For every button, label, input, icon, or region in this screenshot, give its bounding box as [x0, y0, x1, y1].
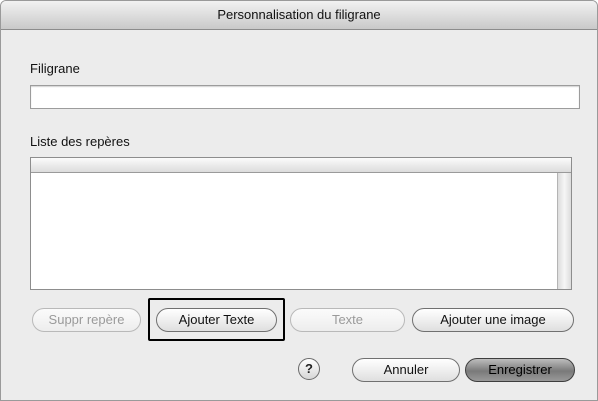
- marker-list-label: Liste des repères: [30, 134, 130, 149]
- add-image-button[interactable]: Ajouter une image: [412, 308, 574, 332]
- save-button[interactable]: Enregistrer: [465, 358, 575, 382]
- watermark-label: Filigrane: [30, 61, 80, 76]
- help-button[interactable]: ?: [298, 358, 320, 380]
- delete-marker-button[interactable]: Suppr repère: [32, 308, 141, 332]
- marker-list-header: [31, 158, 571, 173]
- watermark-dialog: Personnalisation du filigrane Filigrane …: [0, 0, 598, 401]
- title-bar: Personnalisation du filigrane: [1, 1, 597, 30]
- text-button[interactable]: Texte: [290, 308, 405, 332]
- watermark-input[interactable]: [30, 85, 580, 109]
- marker-list-scrollbar[interactable]: [557, 173, 571, 289]
- add-text-button[interactable]: Ajouter Texte: [156, 308, 277, 332]
- window-title: Personnalisation du filigrane: [217, 7, 381, 22]
- marker-list[interactable]: [30, 157, 572, 290]
- cancel-button[interactable]: Annuler: [352, 358, 460, 382]
